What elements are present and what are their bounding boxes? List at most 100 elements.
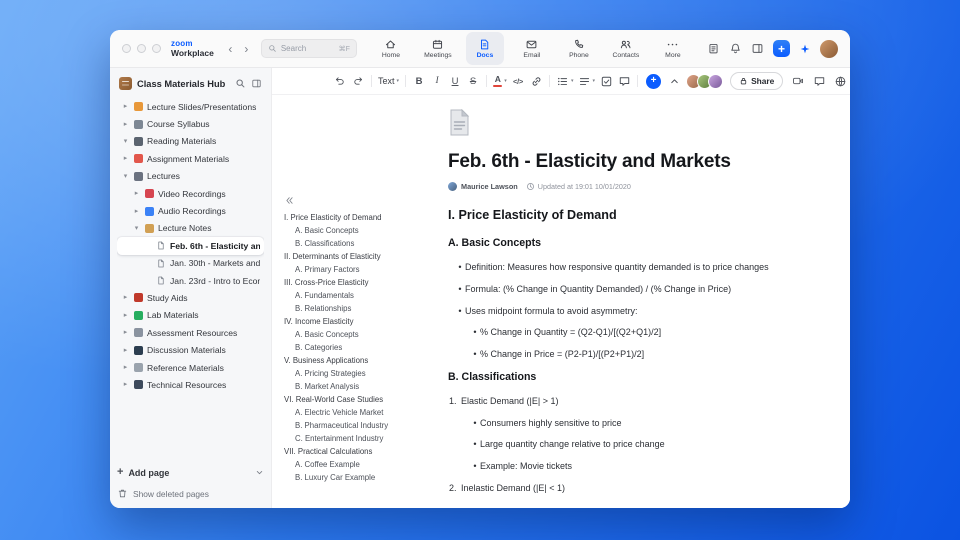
language-icon[interactable]: [834, 75, 847, 88]
toc-item[interactable]: VII. Practical Calculations: [284, 445, 444, 458]
chevron-right-icon[interactable]: ▸: [121, 103, 130, 110]
checklist-button[interactable]: [598, 73, 614, 90]
redo-icon[interactable]: [350, 73, 366, 90]
chevron-right-icon[interactable]: ▸: [121, 329, 130, 336]
sidebar-item[interactable]: ▾ Lecture Notes: [117, 220, 264, 237]
document-body[interactable]: I. Price Elasticity of Demand A. Basic Co…: [448, 208, 796, 494]
sidebar-item[interactable]: ▸ Video Recordings: [117, 185, 264, 202]
align-button[interactable]: ▾: [577, 73, 597, 90]
sidebar-item[interactable]: ▸ Reference Materials: [117, 359, 264, 376]
tab-docs[interactable]: Docs: [465, 32, 504, 65]
chevron-right-icon[interactable]: ▸: [121, 381, 130, 388]
chevron-right-icon[interactable]: ▸: [132, 190, 141, 197]
comment-button[interactable]: [616, 73, 632, 90]
toc-item[interactable]: B. Classifications: [284, 237, 444, 250]
text-color-button[interactable]: A ▾: [492, 73, 508, 90]
share-button[interactable]: Share: [730, 72, 784, 90]
tab-phone[interactable]: Phone: [560, 32, 598, 65]
tab-home[interactable]: Home: [372, 32, 410, 65]
sidebar-item[interactable]: Feb. 6th - Elasticity and M...: [117, 237, 264, 255]
minimize-button[interactable]: [137, 44, 146, 53]
sidebar-item[interactable]: ▸ Discussion Materials: [117, 341, 264, 358]
undo-icon[interactable]: [332, 73, 348, 90]
sidebar-item[interactable]: ▸ Technical Resources: [117, 376, 264, 393]
notes-icon[interactable]: [707, 42, 720, 55]
toc-item[interactable]: A. Pricing Strategies: [284, 367, 444, 380]
toc-item[interactable]: I. Price Elasticity of Demand: [284, 211, 444, 224]
toc-item[interactable]: B. Relationships: [284, 302, 444, 315]
close-button[interactable]: [122, 44, 131, 53]
sidebar-item[interactable]: ▸ Lab Materials: [117, 307, 264, 324]
toc-item[interactable]: A. Primary Factors: [284, 263, 444, 276]
toc-item[interactable]: IV. Income Elasticity: [284, 315, 444, 328]
tab-more[interactable]: More: [654, 32, 692, 65]
toc-item[interactable]: C. Entertainment Industry: [284, 432, 444, 445]
toc-item[interactable]: A. Basic Concepts: [284, 224, 444, 237]
toc-item[interactable]: V. Business Applications: [284, 354, 444, 367]
text-style-dropdown[interactable]: Text ▾: [377, 73, 400, 90]
chevron-right-icon[interactable]: ▸: [121, 347, 130, 354]
bullet-list-button[interactable]: ▾: [555, 73, 575, 90]
maximize-button[interactable]: [152, 44, 161, 53]
chevron-right-icon[interactable]: ▸: [121, 294, 130, 301]
sidebar-item[interactable]: Jan. 23rd - Intro to Econo...: [117, 272, 264, 289]
tab-contacts[interactable]: Contacts: [607, 32, 645, 65]
toc-item[interactable]: B. Market Analysis: [284, 380, 444, 393]
bold-button[interactable]: B: [411, 73, 427, 90]
sidebar-item[interactable]: ▸ Lecture Slides/Presentations: [117, 98, 264, 115]
toc-item[interactable]: II. Determinants of Elasticity: [284, 250, 444, 263]
sidebar-item[interactable]: ▸ Study Aids: [117, 289, 264, 306]
toc-item[interactable]: A. Electric Vehicle Market: [284, 406, 444, 419]
chevron-right-icon[interactable]: ▸: [121, 155, 130, 162]
toc-item[interactable]: B. Pharmaceutical Industry: [284, 419, 444, 432]
back-button[interactable]: ‹: [224, 41, 237, 57]
chevron-right-icon[interactable]: ▸: [121, 364, 130, 371]
code-button[interactable]: </>: [510, 73, 526, 90]
chevron-down-icon[interactable]: ▾: [121, 173, 130, 180]
chevron-down-icon[interactable]: ▾: [121, 138, 130, 145]
chevron-down-icon[interactable]: ▾: [132, 225, 141, 232]
insert-button[interactable]: +: [646, 73, 662, 89]
add-page-button[interactable]: + Add page: [117, 467, 264, 478]
underline-button[interactable]: U: [447, 73, 463, 90]
toc-item[interactable]: B. Categories: [284, 341, 444, 354]
tab-email[interactable]: Email: [513, 32, 551, 65]
global-search-input[interactable]: Search ⌘F: [260, 39, 357, 58]
collapse-toolbar-button[interactable]: [666, 73, 682, 90]
start-video-icon[interactable]: [791, 75, 805, 87]
sidebar-item[interactable]: ▸ Assessment Resources: [117, 324, 264, 341]
document-title[interactable]: Feb. 6th - Elasticity and Markets: [448, 151, 796, 173]
sidebar-item[interactable]: ▾ Lectures: [117, 168, 264, 185]
chevron-right-icon[interactable]: ▸: [121, 312, 130, 319]
italic-button[interactable]: I: [429, 73, 445, 90]
strikethrough-button[interactable]: S: [465, 73, 481, 90]
sidebar-search-icon[interactable]: [235, 78, 246, 89]
new-button[interactable]: +: [773, 40, 790, 57]
profile-avatar[interactable]: [820, 39, 838, 58]
toc-item[interactable]: B. Luxury Car Example: [284, 471, 444, 484]
sidebar-item[interactable]: ▾ Reading Materials: [117, 133, 264, 150]
toc-item[interactable]: A. Fundamentals: [284, 289, 444, 302]
sidebar-panel-icon[interactable]: [251, 78, 262, 89]
link-icon[interactable]: [528, 73, 544, 90]
toc-item[interactable]: VI. Real-World Case Studies: [284, 393, 444, 406]
toc-item[interactable]: III. Cross-Price Elasticity: [284, 276, 444, 289]
side-panel-icon[interactable]: [751, 42, 764, 55]
collaborator-avatar[interactable]: [708, 73, 724, 89]
sidebar-item[interactable]: ▸ Course Syllabus: [117, 115, 264, 132]
ai-companion-icon[interactable]: [799, 43, 811, 55]
show-deleted-pages-button[interactable]: Show deleted pages: [117, 488, 264, 499]
sidebar-item[interactable]: ▸ Audio Recordings: [117, 202, 264, 219]
chevron-right-icon[interactable]: ▸: [121, 121, 130, 128]
forward-button[interactable]: ›: [240, 41, 253, 57]
sidebar-item[interactable]: Jan. 30th - Markets and P...: [117, 255, 264, 272]
chevron-right-icon[interactable]: ▸: [132, 208, 141, 215]
chat-icon[interactable]: [813, 75, 826, 88]
sidebar-item[interactable]: ▸ Assignment Materials: [117, 150, 264, 167]
collapse-toc-icon[interactable]: [284, 195, 295, 206]
tab-meetings[interactable]: Meetings: [419, 32, 457, 65]
toc-item[interactable]: A. Basic Concepts: [284, 328, 444, 341]
toc-item[interactable]: A. Coffee Example: [284, 458, 444, 471]
notifications-icon[interactable]: [729, 42, 742, 55]
chevron-down-icon[interactable]: [255, 468, 264, 477]
